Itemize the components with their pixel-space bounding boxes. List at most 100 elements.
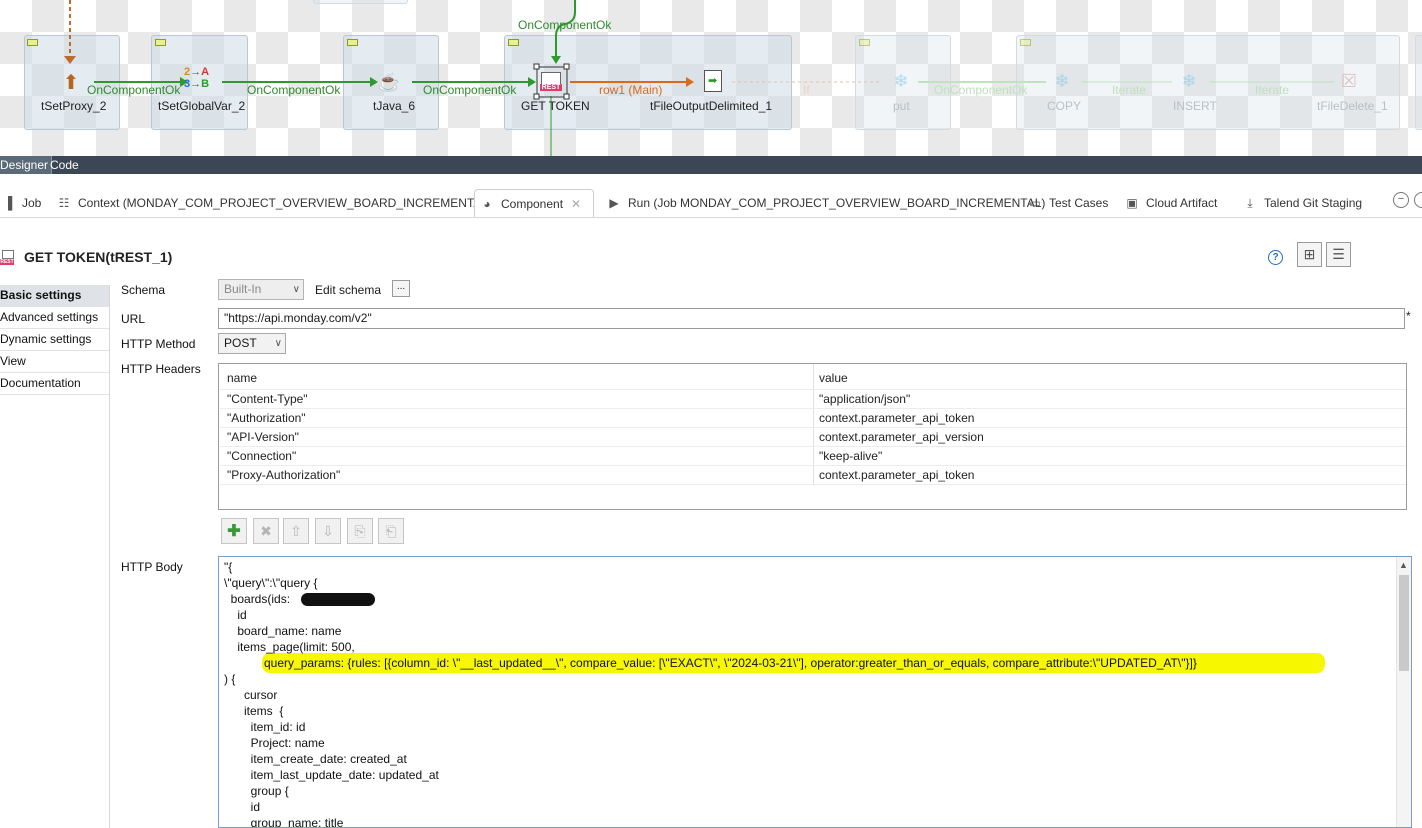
help-icon[interactable]: ? xyxy=(1268,250,1283,265)
tab-run[interactable]: ▶ Run (Job MONDAY_COM_PROJECT_OVERVIEW_BO… xyxy=(606,189,1045,217)
tab-code[interactable]: Code xyxy=(47,156,82,174)
chevron-down-icon: ∨ xyxy=(292,284,300,295)
snowflake-icon[interactable]: ❄ xyxy=(1049,68,1075,94)
connection-label[interactable]: OnComponentOk xyxy=(423,83,516,97)
code-line: query_params: {rules: [{column_id: \"__l… xyxy=(224,656,1197,670)
table-cell[interactable]: "Connection" xyxy=(227,449,296,463)
code-line: items { xyxy=(224,704,284,718)
move-up-button[interactable]: ⇧ xyxy=(283,518,309,544)
close-icon[interactable]: ✕ xyxy=(571,197,581,211)
connection-label[interactable]: row1 (Main) xyxy=(599,83,662,97)
tab-cloud-artifact[interactable]: ▣ Cloud Artifact xyxy=(1124,189,1217,217)
connection-label[interactable]: OnComponentOk xyxy=(934,83,1027,97)
code-line: item_last_update_date: updated_at xyxy=(224,768,439,782)
table-cell[interactable]: context.parameter_api_version xyxy=(819,430,984,444)
component-label-put: put xyxy=(893,99,910,113)
edit-schema-button[interactable]: ... xyxy=(392,280,410,297)
paste-row-button[interactable]: ⎗ xyxy=(378,518,404,544)
table-cell[interactable]: context.parameter_api_token xyxy=(819,411,974,425)
connection-label[interactable]: OnComponentOk xyxy=(518,18,611,32)
job-icon: ▐ xyxy=(3,196,13,210)
vertical-scrollbar[interactable]: ▲ xyxy=(1396,557,1411,827)
code-line: group { xyxy=(224,784,289,798)
chevron-down-icon: ∨ xyxy=(274,338,282,349)
tab-component[interactable]: ◕ Component ✕ xyxy=(474,189,594,217)
scroll-up-icon[interactable]: ▲ xyxy=(1399,560,1408,570)
schema-select[interactable]: Built-In ∨ xyxy=(218,279,304,300)
code-line: items_page(limit: 500, xyxy=(224,640,355,654)
nav-dynamic-settings[interactable]: Dynamic settings xyxy=(0,329,109,351)
component-label-tjava: tJava_6 xyxy=(373,99,416,113)
set-globalvar-icon[interactable]: 2→A 3→B xyxy=(184,66,216,92)
table-cell[interactable]: "Proxy-Authorization" xyxy=(227,468,340,482)
column-header-name[interactable]: name xyxy=(227,371,257,385)
tab-test-cases[interactable]: ▭ Test Cases xyxy=(1027,189,1108,217)
redaction-mark xyxy=(301,593,375,606)
code-line: "{ xyxy=(224,560,233,574)
run-icon: ▶ xyxy=(609,196,619,210)
java-icon[interactable]: ☕ xyxy=(376,69,402,95)
component-label-tsetproxy: tSetProxy_2 xyxy=(41,99,107,113)
list-layout-icon[interactable]: ☰ xyxy=(1326,242,1351,267)
file-output-icon[interactable]: ➡ xyxy=(700,68,726,94)
table-cell[interactable]: "API-Version" xyxy=(227,430,299,444)
nav-documentation[interactable]: Documentation xyxy=(0,373,109,395)
table-cell[interactable]: "Content-Type" xyxy=(227,392,308,406)
git-staging-icon: ⤓ xyxy=(1247,196,1253,210)
tab-job[interactable]: ▐ Job xyxy=(0,189,42,217)
scroll-thumb[interactable] xyxy=(1399,575,1409,671)
table-layout-icon[interactable]: ⊞ xyxy=(1297,242,1322,267)
connection-label[interactable]: If xyxy=(803,83,810,97)
component-header-icon: REST xyxy=(0,250,14,265)
testcases-icon: ▭ xyxy=(1029,196,1041,210)
connection-label[interactable]: OnComponentOk xyxy=(247,83,340,97)
job-designer-canvas[interactable]: ⬆ 2→A 3→B ☕ REST ➡ ❄ ❄ ❄ ☒ tSetProxy_2 t… xyxy=(0,0,1422,156)
delete-row-button[interactable]: ✖ xyxy=(253,518,279,544)
table-cell[interactable]: "keep-alive" xyxy=(819,449,882,463)
http-body-editor[interactable]: "{ \"query\":\"query { boards(ids: ) { i… xyxy=(218,556,1412,828)
rest-icon[interactable]: REST xyxy=(538,68,564,94)
nav-advanced-settings[interactable]: Advanced settings xyxy=(0,307,109,329)
component-label-insert: INSERT xyxy=(1173,99,1217,113)
required-marker: * xyxy=(1406,309,1411,323)
code-line: \"query\":\"query { xyxy=(224,576,318,590)
tab-git-staging[interactable]: ⤓ Talend Git Staging xyxy=(1242,189,1362,217)
copy-row-button[interactable]: ⎘ xyxy=(347,518,373,544)
tab-designer[interactable]: Designer xyxy=(0,156,53,174)
add-row-button[interactable]: ✚ xyxy=(221,518,247,544)
schema-label: Schema xyxy=(121,283,166,297)
code-line: Project: name xyxy=(224,736,325,750)
snowflake-icon[interactable]: ❄ xyxy=(888,68,914,94)
component-label-tsetglobalvar: tSetGlobalVar_2 xyxy=(158,99,246,113)
connection-label[interactable]: OnComponentOk xyxy=(87,83,180,97)
table-cell[interactable]: "application/json" xyxy=(819,392,910,406)
component-title: GET TOKEN(tREST_1) xyxy=(24,249,173,265)
http-headers-table[interactable]: name value "Content-Type" "application/j… xyxy=(218,363,1407,510)
set-proxy-icon[interactable]: ⬆ xyxy=(58,69,84,95)
minimize-view-icon[interactable]: − xyxy=(1393,192,1409,208)
move-down-button[interactable]: ⇩ xyxy=(315,518,341,544)
editor-mode-bar xyxy=(0,156,1422,174)
table-cell[interactable]: "Authorization" xyxy=(227,411,306,425)
table-cell[interactable]: context.parameter_api_token xyxy=(819,468,974,482)
http-body-label: HTTP Body xyxy=(121,560,183,574)
component-label-gettoken: GET TOKEN xyxy=(521,99,590,113)
component-label-tfiledelete: tFileDelete_1 xyxy=(1317,99,1388,113)
column-header-value[interactable]: value xyxy=(819,371,848,385)
nav-view[interactable]: View xyxy=(0,351,109,373)
incoming-trigger-arrow xyxy=(64,56,76,64)
tab-context[interactable]: ☷ Context (MONDAY_COM_PROJECT_OVERVIEW_BO… xyxy=(56,189,492,217)
http-method-select[interactable]: POST ∨ xyxy=(218,333,286,354)
code-line: board_name: name xyxy=(224,624,342,638)
code-line: ) { xyxy=(224,672,236,686)
nav-basic-settings[interactable]: Basic settings xyxy=(0,285,109,307)
component-icon: ◕ xyxy=(483,197,491,211)
code-line: item_id: id xyxy=(224,720,306,734)
arrow xyxy=(551,56,561,64)
url-input[interactable]: "https://api.monday.com/v2" xyxy=(218,308,1405,329)
snowflake-icon[interactable]: ❄ xyxy=(1176,68,1202,94)
http-method-label: HTTP Method xyxy=(121,337,196,351)
file-delete-icon[interactable]: ☒ xyxy=(1336,68,1362,94)
connection-label[interactable]: Iterate xyxy=(1255,83,1289,97)
connection-label[interactable]: Iterate xyxy=(1112,83,1146,97)
